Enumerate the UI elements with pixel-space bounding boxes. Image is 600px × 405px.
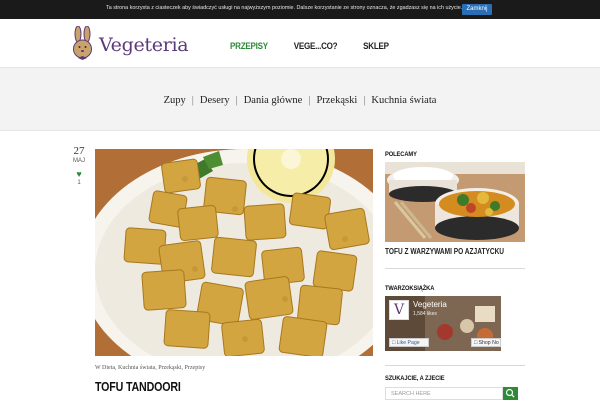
shop-now-label: Shop No: [478, 340, 499, 346]
post-month: MAJ: [73, 158, 85, 164]
nav-item-vege-co[interactable]: VEGE...CO?: [294, 41, 338, 52]
category-link-dania-glowne[interactable]: Dania główne: [244, 95, 303, 106]
vegeteria-v-icon: V: [393, 302, 405, 318]
category-band: Zupy | Desery | Dania główne | Przekąski | Kuchn…: [0, 67, 600, 131]
category-link-desery[interactable]: Desery: [200, 95, 230, 106]
like-count: 1: [77, 180, 81, 186]
category-separator: |: [235, 95, 238, 106]
sidebar-divider: [385, 365, 525, 366]
recommended-image[interactable]: [385, 162, 525, 242]
post-categories: W Dieta, Kuchnia świata, Przekąski, Prze…: [95, 365, 206, 371]
category-link-kuchnia-swiata[interactable]: Kuchnia świata: [371, 95, 436, 106]
search-input[interactable]: [386, 388, 502, 399]
cookie-text: Ta strona korzysta z ciasteczek aby świa…: [106, 5, 463, 11]
post-image[interactable]: [95, 149, 373, 356]
category-nav: Zupy | Desery | Dania główne | Przekąski | Kuchn…: [0, 95, 600, 106]
search-icon: [505, 388, 515, 398]
facebook-page-name[interactable]: Vegeteria: [413, 300, 447, 309]
nav-item-sklep[interactable]: SKLEP: [363, 41, 389, 52]
search-heading: SZUKAJCIE, A ZJECIE: [385, 375, 445, 382]
facebook-page-logo: V: [389, 300, 409, 320]
sidebar-divider: [385, 268, 525, 269]
tofu-dish-illustration: [95, 149, 373, 356]
cookie-bar: Ta strona korzysta z ciasteczek aby świa…: [0, 0, 600, 19]
site-logo[interactable]: Vegeteria: [70, 26, 189, 62]
search-box: [385, 387, 503, 400]
like-page-label: Like Page: [396, 340, 420, 346]
category-link-zupy[interactable]: Zupy: [164, 95, 186, 106]
shop-now-button[interactable]: □ Shop No: [471, 338, 501, 347]
bunny-logo-icon: [73, 26, 92, 60]
facebook-widget[interactable]: V Vegeteria 1,584 likes □ Like Page □ Sh…: [385, 296, 501, 351]
main-nav: PRZEPISY VEGE...CO? SKLEP: [230, 41, 413, 52]
asian-tofu-illustration: [385, 162, 525, 242]
category-separator: |: [363, 95, 366, 106]
category-separator: |: [308, 95, 311, 106]
post-title[interactable]: TOFU TANDOORI: [95, 379, 181, 394]
recommended-heading: POLECAMY: [385, 151, 417, 158]
search-button[interactable]: [503, 387, 518, 400]
category-separator: |: [191, 95, 194, 106]
post-date: 27 MAJ ♥ 1: [70, 145, 88, 187]
like-page-button[interactable]: □ Like Page: [389, 338, 429, 347]
post-day: 27: [73, 145, 85, 157]
cookie-close-button[interactable]: Zamknij: [462, 4, 492, 15]
logo-text: Vegeteria: [99, 34, 189, 56]
nav-item-przepisy[interactable]: PRZEPISY: [230, 41, 268, 52]
category-link-przekaski[interactable]: Przekąski: [316, 95, 357, 106]
facebook-likes: 1,584 likes: [413, 311, 437, 317]
site-header: Vegeteria PRZEPISY VEGE...CO? SKLEP: [0, 19, 600, 67]
heart-icon[interactable]: ♥: [70, 170, 88, 179]
facebook-heading: TWARZOKSIĄŻKA: [385, 285, 435, 292]
recommended-title[interactable]: TOFU Z WARZYWAMI PO AZJATYCKU: [385, 247, 504, 256]
